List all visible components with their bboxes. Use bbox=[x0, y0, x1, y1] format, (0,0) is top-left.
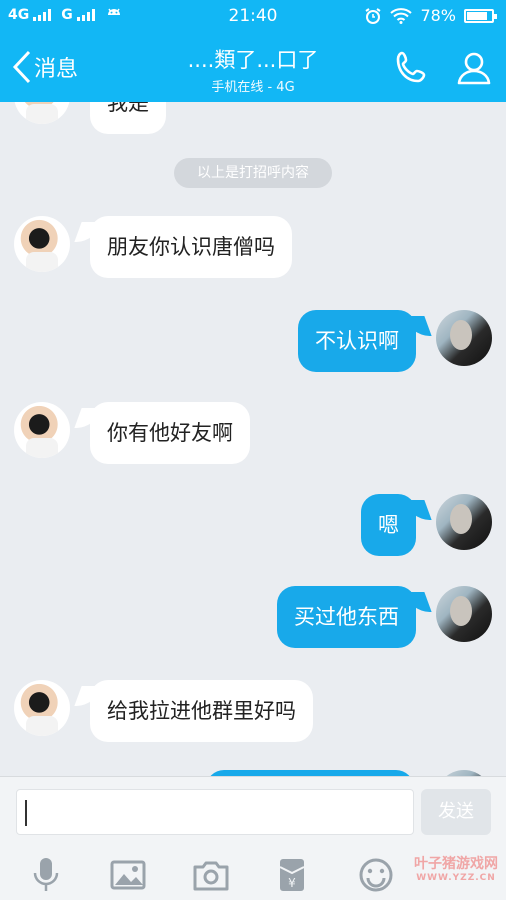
emoji-icon[interactable] bbox=[356, 855, 396, 895]
text-cursor bbox=[25, 800, 27, 826]
message-bubble-out[interactable]: 买过他东西 bbox=[277, 586, 416, 648]
input-bar: 发送 ¥ 叶子猪游戏网 WWW.YZZ.CN bbox=[0, 776, 506, 900]
my-avatar[interactable] bbox=[436, 310, 492, 366]
my-avatar[interactable] bbox=[436, 494, 492, 550]
microphone-icon[interactable] bbox=[26, 855, 66, 895]
status-bar: 4G G 21:40 78% bbox=[0, 0, 506, 32]
battery-icon bbox=[464, 8, 497, 23]
contact-name: ....類了...口了 bbox=[187, 48, 319, 72]
message-bubble-out[interactable]: 不认识啊 bbox=[298, 310, 416, 372]
phone-icon[interactable] bbox=[394, 50, 432, 86]
message-bubble-in[interactable]: 你有他好友啊 bbox=[90, 402, 250, 464]
message-bubble-in[interactable]: 朋友你认识唐僧吗 bbox=[90, 216, 292, 278]
wifi-icon bbox=[390, 7, 413, 24]
alarm-icon bbox=[365, 7, 381, 24]
message-input[interactable] bbox=[16, 789, 414, 835]
svg-text:¥: ¥ bbox=[288, 876, 296, 890]
status-right: 78% bbox=[364, 6, 497, 25]
conversation-header[interactable]: ....類了...口了 手机在线 - 4G bbox=[150, 44, 356, 95]
contact-avatar[interactable] bbox=[14, 216, 70, 272]
message-bubble-in[interactable]: 我是 bbox=[90, 102, 166, 134]
message-bubble-out[interactable]: 嗯 bbox=[361, 494, 416, 556]
battery-percent: 78% bbox=[420, 6, 456, 25]
send-button[interactable]: 发送 bbox=[421, 789, 491, 835]
title-bar: 消息 ....類了...口了 手机在线 - 4G bbox=[0, 32, 506, 102]
message-bubble-in[interactable]: 给我拉进他群里好吗 bbox=[90, 680, 313, 742]
chevron-left-icon bbox=[12, 50, 31, 84]
back-button[interactable]: 消息 bbox=[12, 50, 78, 84]
image-icon[interactable] bbox=[108, 855, 148, 895]
red-packet-icon[interactable]: ¥ bbox=[272, 855, 312, 895]
contact-avatar[interactable] bbox=[14, 402, 70, 458]
camera-icon[interactable] bbox=[191, 855, 231, 895]
contact-avatar[interactable] bbox=[14, 680, 70, 736]
profile-icon[interactable] bbox=[456, 50, 492, 86]
back-label: 消息 bbox=[34, 57, 79, 82]
my-avatar[interactable] bbox=[436, 586, 492, 642]
watermark: 叶子猪游戏网 WWW.YZZ.CN bbox=[414, 856, 498, 883]
chat-area[interactable]: 我是 以上是打招呼内容 朋友你认识唐僧吗 不认识啊 你有他好友啊 嗯 买过他东西… bbox=[0, 102, 506, 776]
online-status: 手机在线 - 4G bbox=[211, 80, 295, 95]
system-notice: 以上是打招呼内容 bbox=[174, 158, 332, 188]
contact-avatar[interactable] bbox=[14, 102, 70, 124]
